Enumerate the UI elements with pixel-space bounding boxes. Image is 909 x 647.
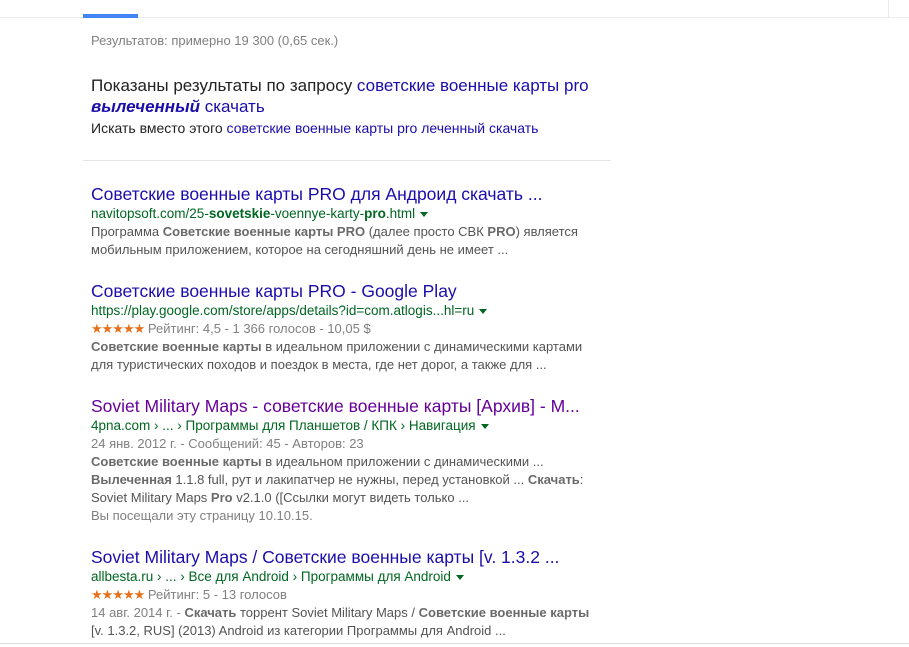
result-url[interactable]: https://play.google.com/store/apps/detai…	[91, 302, 611, 320]
showing-prefix: Показаны результаты по запросу	[91, 76, 357, 95]
result-snippet: 14 авг. 2014 г. - Скачать торрент Soviet…	[91, 605, 590, 620]
search-result: Soviet Military Maps - советские военные…	[91, 396, 611, 525]
result-url[interactable]: allbesta.ru › ... › Все для Android › Пр…	[91, 568, 611, 586]
result-rating: ★★★★★ Рейтинг: 4,5 - 1 366 голосов - 10,…	[91, 321, 371, 336]
result-snippet: Советские военные карты в идеальном прил…	[91, 339, 583, 354]
result-title-link[interactable]: Soviet Military Maps / Советские военные…	[91, 547, 611, 568]
result-snippet: Программа Советские военные карты PRO (д…	[91, 224, 578, 239]
bottom-edge	[0, 643, 909, 644]
result-snippet: Советские военные карты в идеальном прил…	[91, 454, 544, 469]
result-rating: ★★★★★ Рейтинг: 5 - 13 голосов	[91, 587, 287, 602]
result-url[interactable]: 4pna.com › ... › Программы для Планшетов…	[91, 417, 611, 435]
header-edge	[888, 0, 889, 18]
search-result: Советские военные карты PRO - Google Pla…	[91, 281, 611, 374]
section-divider	[83, 160, 611, 161]
result-title-link[interactable]: Soviet Military Maps - советские военные…	[91, 396, 611, 417]
url-dropdown-icon[interactable]	[420, 211, 429, 217]
active-tab-indicator	[83, 14, 138, 18]
star-rating-icon: ★★★★★	[91, 321, 145, 336]
result-title-link[interactable]: Советские военные карты PRO - Google Pla…	[91, 281, 611, 302]
spelling-correction: Показаны результаты по запросу советские…	[91, 75, 611, 117]
url-dropdown-icon[interactable]	[479, 308, 488, 314]
result-snippet-line3: Soviet Military Maps Pro v2.1.0 ([Ссылки…	[91, 490, 470, 505]
result-snippet-line2: для туристических походов и поездок в ме…	[91, 357, 547, 372]
url-dropdown-icon[interactable]	[455, 574, 464, 580]
result-snippet-line2: мобильным приложением, которое на сегодн…	[91, 242, 509, 257]
search-instead: Искать вместо этого советские военные ка…	[91, 120, 538, 136]
result-date: 24 янв. 2012 г. - Сообщений: 45 - Авторо…	[91, 436, 364, 451]
search-result: Soviet Military Maps / Советские военные…	[91, 547, 611, 640]
result-snippet-line2: [v. 1.3.2, RUS] (2013) Android из катего…	[91, 623, 506, 638]
original-query-link[interactable]: советские военные карты pro леченный ска…	[227, 120, 539, 136]
result-stats: Результатов: примерно 19 300 (0,65 сек.)	[91, 33, 339, 48]
instead-prefix: Искать вместо этого	[91, 120, 227, 136]
search-result: Советские военные карты PRO для Андроид …	[91, 184, 611, 259]
result-snippet-line2: Вылеченная 1.1.8 full, рут и лакипатчер …	[91, 472, 584, 487]
star-rating-icon: ★★★★★	[91, 587, 145, 602]
url-dropdown-icon[interactable]	[480, 423, 489, 429]
result-title-link[interactable]: Советские военные карты PRO для Андроид …	[91, 184, 611, 205]
visited-note: Вы посещали эту страницу 10.10.15.	[91, 508, 313, 523]
result-url[interactable]: navitopsoft.com/25-sovetskie-voennye-kar…	[91, 205, 611, 223]
